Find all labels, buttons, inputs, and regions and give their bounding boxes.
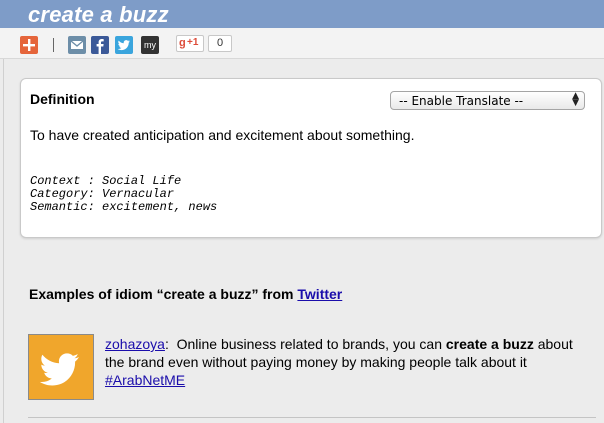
email-icon[interactable] (68, 36, 86, 54)
facebook-icon[interactable] (91, 36, 109, 54)
definition-card: Definition -- Enable Translate -- ▲ ▼ To … (20, 78, 602, 238)
context-value: Social Life (102, 174, 182, 188)
context-label: Context : (30, 174, 95, 188)
tweet-text-before: Online business related to brands, you c… (176, 336, 442, 352)
tweet-user-link[interactable]: zohazoya (105, 336, 165, 352)
gplus-label: +1 (187, 37, 199, 48)
examples-heading: Examples of idiom “create a buzz” from T… (29, 286, 342, 302)
translate-select[interactable]: -- Enable Translate -- ▲ ▼ (390, 91, 585, 110)
category-label: Category: (30, 187, 95, 201)
meta-semantic: Semantic: excitement, news (30, 201, 217, 214)
twitter-icon[interactable] (115, 36, 133, 54)
page-title: create a buzz (28, 2, 169, 27)
select-arrows-icon: ▲ ▼ (572, 91, 579, 108)
twitter-bird-icon (28, 334, 94, 400)
translate-select-value: -- Enable Translate -- (399, 94, 524, 108)
gplus-button[interactable]: g +1 (176, 35, 204, 52)
tweet-highlight: create a buzz (445, 336, 534, 352)
definition-heading: Definition (30, 91, 95, 107)
definition-text: To have created anticipation and excitem… (30, 127, 415, 143)
gplus-count: 0 (208, 35, 232, 52)
toolbar-separator (53, 38, 54, 52)
divider (28, 417, 596, 418)
tweet-hashtag-link[interactable]: #ArabNetME (105, 372, 185, 388)
category-value: Vernacular (102, 187, 175, 201)
gplus-icon: g (179, 37, 186, 49)
definition-meta: Context : Social Life Category: Vernacula… (30, 175, 217, 214)
title-bar: create a buzz (0, 0, 604, 28)
semantic-label: Semantic: (30, 200, 95, 214)
tweet-text: zohazoya: Online business related to bra… (105, 336, 573, 388)
myspace-icon[interactable]: my (141, 36, 159, 54)
share-toolbar: my g +1 0 (0, 28, 604, 59)
addthis-plus-icon[interactable] (20, 36, 38, 54)
twitter-source-link[interactable]: Twitter (297, 286, 342, 302)
examples-heading-prefix: Examples of idiom “create a buzz” from (29, 286, 294, 302)
semantic-value: excitement, news (102, 200, 218, 214)
